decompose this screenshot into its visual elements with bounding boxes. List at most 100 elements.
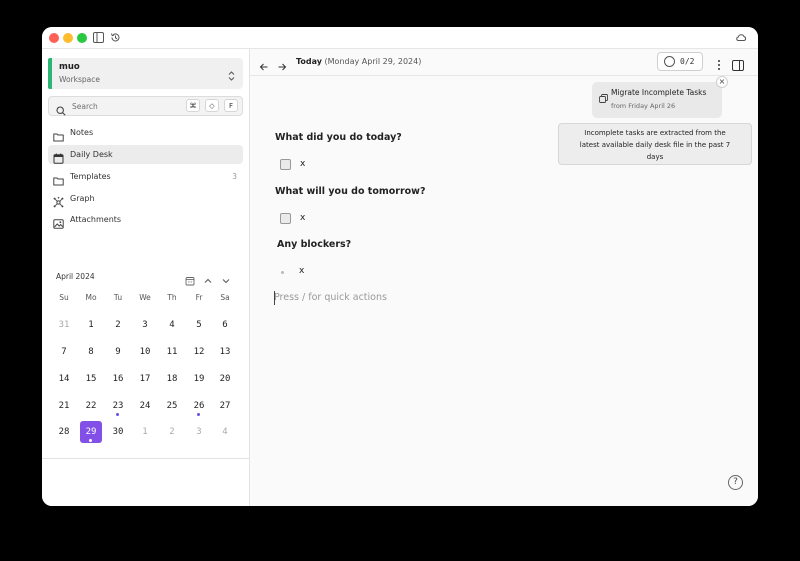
sidebar-item-label: Attachments	[70, 215, 122, 224]
calendar-day[interactable]: 4	[214, 421, 236, 443]
cloud-sync-icon[interactable]	[735, 32, 747, 43]
calendar-day[interactable]: 19	[188, 368, 210, 390]
calendar-day[interactable]: 7	[53, 341, 75, 363]
shortcut-key-command: ⌘	[186, 99, 200, 112]
heading-do-tomorrow: What will you do tomorrow?	[275, 186, 426, 197]
sidebar-item-label: Templates	[70, 172, 111, 181]
image-icon	[53, 214, 64, 233]
calendar-today-icon[interactable]	[185, 271, 195, 290]
search-input[interactable]: Search ⌘ ◇ F	[48, 96, 243, 116]
blocker-text[interactable]: x	[299, 266, 304, 276]
back-arrow-icon[interactable]	[259, 57, 269, 76]
copy-icon	[599, 88, 608, 107]
calendar-day[interactable]: 15	[80, 368, 102, 390]
sidebar-item-templates[interactable]: Templates 3	[48, 167, 243, 186]
workspace-switcher[interactable]: muo Workspace	[48, 58, 243, 89]
calendar-day[interactable]: 1	[80, 314, 102, 336]
task-checkbox[interactable]	[280, 159, 291, 170]
dismiss-migrate-button[interactable]: ×	[716, 76, 728, 88]
workspace-name: muo	[59, 62, 80, 72]
close-window-button[interactable]	[49, 33, 59, 43]
page-title: Today (Monday April 29, 2024)	[296, 57, 421, 66]
search-icon	[56, 101, 66, 120]
task-checkbox[interactable]	[280, 213, 291, 224]
sidebar-toggle-icon[interactable]	[93, 32, 104, 43]
sidebar-item-graph[interactable]: Graph	[48, 189, 243, 208]
calendar-day[interactable]: 13	[214, 341, 236, 363]
calendar-day[interactable]: 25	[161, 395, 183, 417]
calendar-day[interactable]: 2	[107, 314, 129, 336]
calendar-day[interactable]: 24	[134, 395, 156, 417]
calendar-day[interactable]: 26	[188, 395, 210, 417]
page-date: (Monday April 29, 2024)	[324, 57, 422, 66]
calendar-day[interactable]: 1	[134, 421, 156, 443]
task-counter-button[interactable]: 0/2	[657, 52, 703, 71]
migrate-title: Migrate Incomplete Tasks	[611, 88, 707, 97]
editor-input[interactable]: Press / for quick actions	[274, 292, 387, 303]
minimize-window-button[interactable]	[63, 33, 73, 43]
calendar-icon	[53, 149, 64, 168]
title-bar	[42, 27, 758, 49]
migrate-incomplete-tasks-button[interactable]: Migrate Incomplete Tasks from Friday Apr…	[592, 82, 722, 118]
calendar-day[interactable]: 11	[161, 341, 183, 363]
right-panel-toggle-icon[interactable]	[732, 56, 744, 75]
text-cursor	[274, 291, 275, 305]
chevron-up-icon[interactable]	[203, 271, 213, 290]
more-options-icon[interactable]	[717, 56, 721, 75]
calendar-day[interactable]: 29	[80, 421, 102, 443]
calendar-day[interactable]: 6	[214, 314, 236, 336]
calendar-day[interactable]: 5	[188, 314, 210, 336]
tooltip-line: latest available daily desk file in the …	[579, 141, 731, 149]
chevron-up-down-icon	[228, 67, 235, 86]
workspace-color-bar	[48, 58, 52, 89]
note-indicator-dot	[116, 413, 119, 416]
progress-ring-icon	[664, 56, 675, 67]
calendar-day[interactable]: 18	[161, 368, 183, 390]
chevron-down-icon[interactable]	[221, 271, 231, 290]
calendar-day[interactable]: 28	[53, 421, 75, 443]
sidebar-divider	[42, 458, 249, 459]
calendar-day[interactable]: 12	[188, 341, 210, 363]
calendar-day[interactable]: 23	[107, 395, 129, 417]
history-icon[interactable]	[110, 32, 121, 43]
calendar-day[interactable]: 22	[80, 395, 102, 417]
calendar-day[interactable]: 17	[134, 368, 156, 390]
folder-icon	[53, 127, 64, 146]
sidebar-item-label: Daily Desk	[70, 150, 113, 159]
calendar-day[interactable]: 2	[161, 421, 183, 443]
today-label: Today	[296, 57, 322, 66]
templates-count: 3	[232, 172, 237, 181]
task-text[interactable]: x	[300, 213, 305, 223]
calendar-day[interactable]: 21	[53, 395, 75, 417]
calendar-day[interactable]: 30	[107, 421, 129, 443]
help-icon[interactable]: ?	[728, 475, 743, 490]
calendar-day[interactable]: 3	[188, 421, 210, 443]
calendar-day[interactable]: 10	[134, 341, 156, 363]
sidebar-item-label: Notes	[70, 128, 94, 137]
calendar-day[interactable]: 9	[107, 341, 129, 363]
calendar-day[interactable]: 8	[80, 341, 102, 363]
main-pane: Today (Monday April 29, 2024) 0/2 Migrat…	[250, 49, 758, 506]
task-text[interactable]: x	[300, 159, 305, 169]
folder-icon	[53, 171, 64, 190]
sidebar: muo Workspace Search ⌘ ◇ F Notes Daily D…	[42, 49, 250, 506]
heading-blockers: Any blockers?	[277, 239, 352, 250]
calendar-day[interactable]: 14	[53, 368, 75, 390]
calendar-day[interactable]: 3	[134, 314, 156, 336]
migrate-subtitle: from Friday April 26	[611, 102, 676, 110]
shortcut-key-option: ◇	[205, 99, 219, 112]
workspace-label: Workspace	[59, 75, 100, 84]
weekday-label: We	[139, 293, 151, 302]
zoom-window-button[interactable]	[77, 33, 87, 43]
calendar-day[interactable]: 31	[53, 314, 75, 336]
calendar-day[interactable]: 27	[214, 395, 236, 417]
migrate-tooltip: Incomplete tasks are extracted from the …	[558, 123, 752, 165]
sidebar-item-notes[interactable]: Notes	[48, 123, 243, 142]
sidebar-item-attachments[interactable]: Attachments	[48, 210, 243, 229]
calendar-day[interactable]: 20	[214, 368, 236, 390]
search-placeholder: Search	[72, 102, 98, 111]
calendar-day[interactable]: 16	[107, 368, 129, 390]
sidebar-item-daily-desk[interactable]: Daily Desk	[48, 145, 243, 164]
forward-arrow-icon[interactable]	[277, 57, 287, 76]
calendar-day[interactable]: 4	[161, 314, 183, 336]
